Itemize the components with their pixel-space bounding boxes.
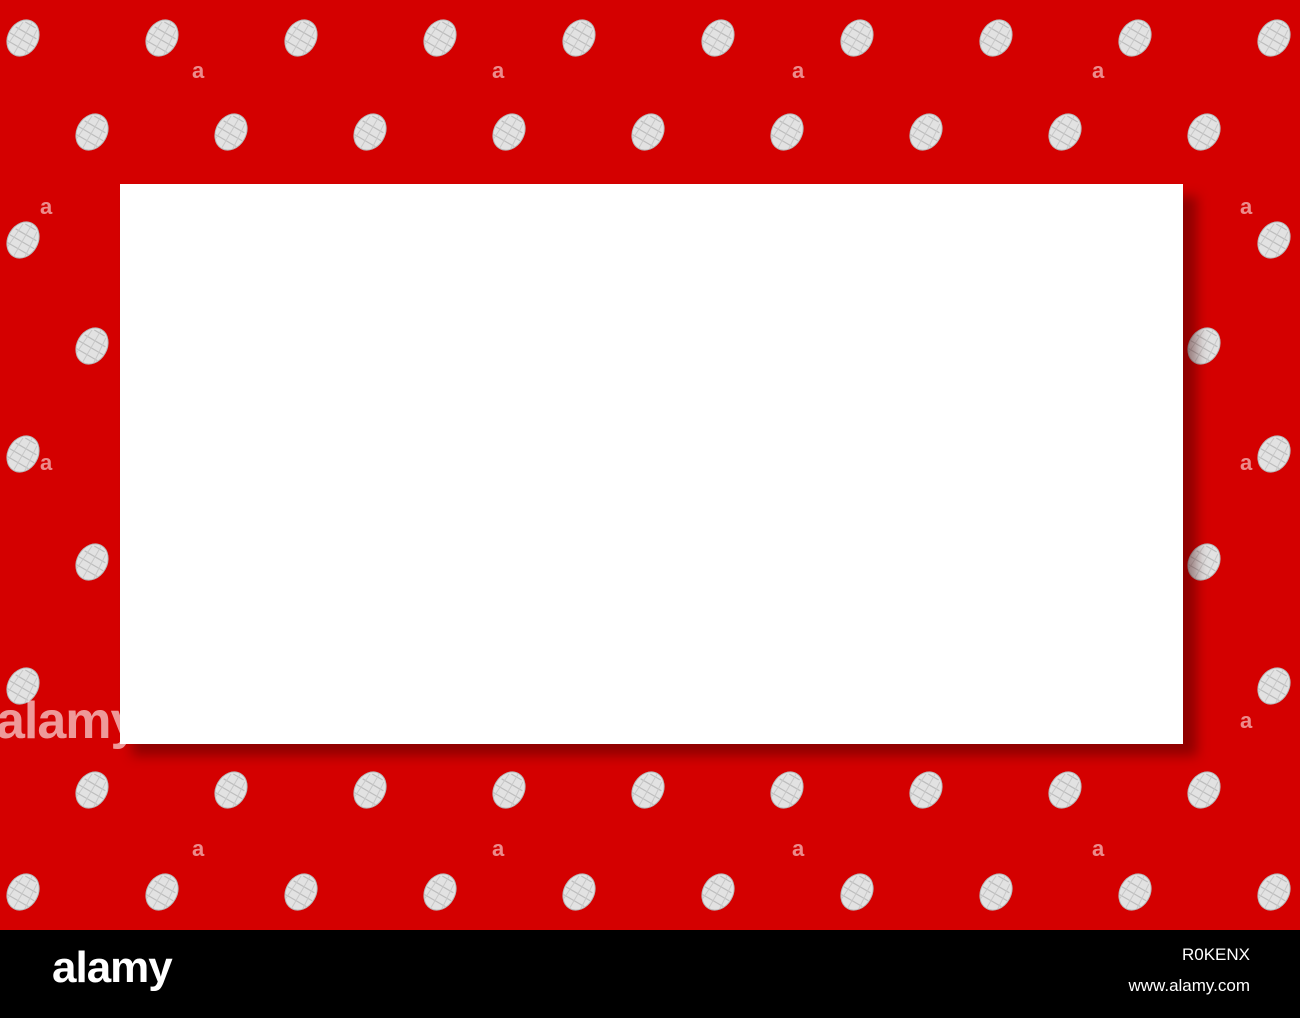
pine-cone-icon [555,13,603,63]
pine-cone-icon [346,107,394,157]
pine-cone-icon [207,765,255,815]
pine-cone-icon [1250,215,1298,265]
pine-cone-icon [68,107,116,157]
pine-cone-icon [1250,429,1298,479]
pine-cone-icon [833,13,881,63]
pine-cone-icon [1111,13,1159,63]
pine-cone-icon [902,107,950,157]
watermark-mark: a [1240,708,1253,733]
pine-cone-icon [833,867,881,917]
pine-cone-icon [624,107,672,157]
pine-cone-icon [1041,107,1089,157]
site-url: www.alamy.com [1128,976,1250,995]
pine-cone-icon [277,867,325,917]
watermark-mark: a [1092,836,1105,861]
pine-cone-icon [1111,867,1159,917]
watermark-mark: a [792,836,805,861]
watermark-mark: a [192,58,205,83]
pine-cone-icon [68,321,116,371]
pine-cone-icon [68,765,116,815]
pine-cone-icon [346,765,394,815]
pine-cone-icon [624,765,672,815]
pine-cone-icon [694,13,742,63]
watermark-mark: a [40,450,53,475]
pine-cone-icon [694,867,742,917]
watermark-mark: a [40,194,53,219]
pine-cone-icon [485,107,533,157]
pine-cone-icon [1250,867,1298,917]
brand-logo: alamy [52,943,173,992]
pine-cone-icon [555,867,603,917]
watermark-mark: a [492,58,505,83]
pine-cone-icon [138,13,186,63]
side-watermark: alamy [0,692,139,750]
pine-cone-icon [68,537,116,587]
pine-cone-icon [763,765,811,815]
pine-cone-icon [207,107,255,157]
pine-cone-icon [1250,661,1298,711]
pine-cone-icon [138,867,186,917]
pine-cone-icon [416,13,464,63]
watermark-mark: a [792,58,805,83]
watermark-mark: a [192,836,205,861]
blank-card [120,184,1183,744]
pine-cone-icon [763,107,811,157]
watermark-mark: a [1240,194,1253,219]
pine-cone-icon [1180,107,1228,157]
watermark-mark: a [1092,58,1105,83]
pine-cone-icon [416,867,464,917]
pine-cone-icon [1180,765,1228,815]
pine-cone-icon [1041,765,1089,815]
pine-cone-icon [485,765,533,815]
watermark-mark: a [492,836,505,861]
pine-cone-icon [0,13,47,63]
pine-cone-icon [1250,13,1298,63]
pine-cone-icon [972,867,1020,917]
pine-cone-icon [902,765,950,815]
image-id: R0KENX [1181,945,1250,964]
pine-cone-icon [972,13,1020,63]
pine-cone-icon [0,867,47,917]
pine-cone-icon [0,429,47,479]
watermark-mark: a [1240,450,1253,475]
pine-cone-icon [277,13,325,63]
footer-bar [0,930,1300,1018]
pine-cone-icon [0,215,47,265]
